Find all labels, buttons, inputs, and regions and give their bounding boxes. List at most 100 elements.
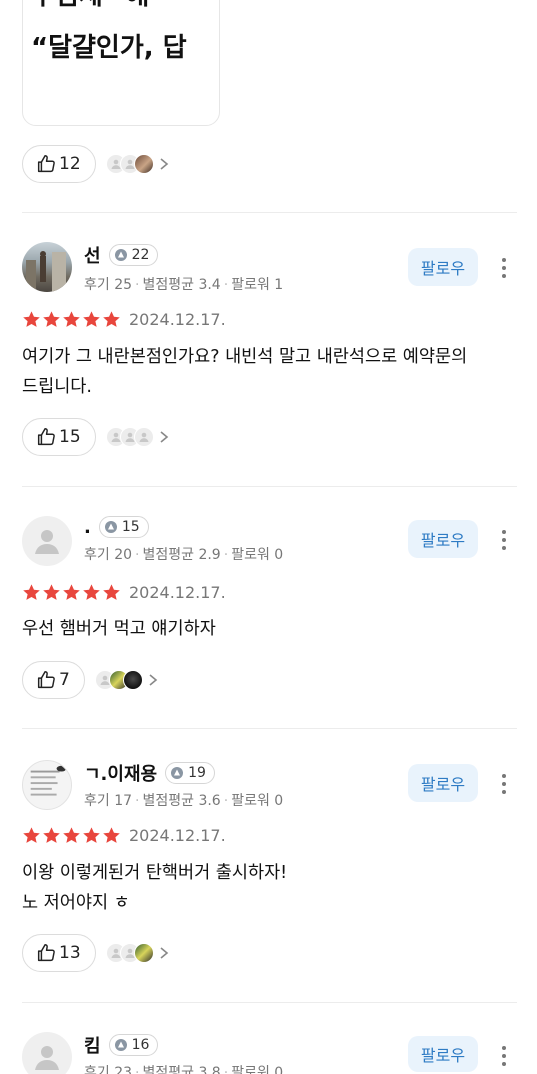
more-options-icon[interactable] <box>494 772 514 796</box>
level-badge: 22 <box>108 244 159 266</box>
star-icon <box>23 311 40 327</box>
review-text: 여기가 그 내란본점인가요? 내빈석 말고 내란석으로 예약문의 드립니다. <box>22 347 468 397</box>
follower-count: 팔로워 0 <box>231 793 284 809</box>
star-icon <box>43 827 60 843</box>
user-name[interactable]: ㄱ.이재용 <box>84 760 157 786</box>
divider <box>22 212 517 213</box>
level-badge: 16 <box>108 1034 159 1056</box>
level-badge: 19 <box>165 762 215 784</box>
review-like-row: 15 <box>22 417 170 457</box>
review-date: 2024.12.17. <box>129 583 226 602</box>
likers-avatars[interactable] <box>105 943 170 963</box>
star-icon <box>23 584 40 600</box>
star-icon <box>43 311 60 327</box>
default-user-icon <box>35 1046 59 1070</box>
level-number: 19 <box>188 765 206 781</box>
star-icon <box>63 827 80 843</box>
user-name-row: 킴 16 <box>84 1032 159 1058</box>
user-name-row: . 15 <box>84 516 149 538</box>
user-name[interactable]: 킴 <box>84 1032 101 1058</box>
thumbs-up-icon <box>37 671 55 689</box>
more-options-icon[interactable] <box>494 528 514 552</box>
thumbs-up-icon <box>37 944 55 962</box>
chevron-right-icon <box>160 158 168 170</box>
review-date: 2024.12.17. <box>129 826 226 845</box>
avg-rating: 별점평균 3.4 <box>142 277 221 293</box>
more-options-icon[interactable] <box>494 256 514 280</box>
avg-rating: 별점평균 3.6 <box>142 793 221 809</box>
like-count: 15 <box>59 427 81 447</box>
thumbs-up-icon <box>37 155 55 173</box>
like-button[interactable]: 13 <box>22 934 96 972</box>
rating-row: 2024.12.17. <box>22 583 226 602</box>
user-stats: 후기 17 · 별점평균 3.6 · 팔로워 0 <box>84 793 284 809</box>
follower-count: 팔로워 0 <box>231 547 284 563</box>
follower-count: 팔로워 1 <box>231 277 284 293</box>
like-count: 12 <box>59 154 81 174</box>
like-button[interactable]: 7 <box>22 661 85 699</box>
user-stats: 후기 23 · 별점평균 3.8 · 팔로워 0 <box>84 1062 283 1074</box>
user-name-row: 선 22 <box>84 242 159 268</box>
avg-rating: 별점평균 2.9 <box>142 547 221 563</box>
more-options-icon[interactable] <box>494 1044 514 1068</box>
chevron-right-icon <box>160 947 168 959</box>
star-icon <box>83 584 100 600</box>
level-icon <box>114 1039 127 1051</box>
follow-button[interactable]: 팔로우 <box>408 248 478 286</box>
follower-count: 팔로워 0 <box>231 1065 284 1074</box>
follow-button[interactable]: 팔로우 <box>408 1036 478 1072</box>
review-like-row: 13 <box>22 933 170 973</box>
review-date: 2024.12.17. <box>129 310 226 329</box>
review-count: 후기 25 <box>84 277 133 293</box>
default-user-icon <box>35 530 59 554</box>
star-rating <box>22 826 121 845</box>
like-count: 7 <box>59 670 70 690</box>
star-icon <box>103 827 120 843</box>
like-button[interactable]: 12 <box>22 145 96 183</box>
liker-avatar <box>133 154 154 174</box>
star-icon <box>43 584 60 600</box>
review-text: 우선 햄버거 먹고 얘기하자 <box>22 619 216 639</box>
chevron-right-icon <box>160 431 168 443</box>
user-name[interactable]: 선 <box>84 242 101 268</box>
like-button[interactable]: 15 <box>22 418 96 456</box>
liker-avatar <box>133 427 154 447</box>
likers-avatars[interactable] <box>94 670 159 690</box>
chevron-right-icon <box>149 674 158 686</box>
star-icon <box>103 584 120 600</box>
star-icon <box>83 827 100 843</box>
like-count: 13 <box>59 943 81 963</box>
user-name[interactable]: . <box>84 517 91 538</box>
level-icon <box>104 521 117 533</box>
user-avatar[interactable] <box>22 760 72 810</box>
thumbs-up-icon <box>37 428 55 446</box>
divider <box>22 728 517 729</box>
rating-row: 2024.12.17. <box>22 310 226 329</box>
review-count: 후기 20 <box>84 547 133 563</box>
star-icon <box>63 584 80 600</box>
user-avatar[interactable] <box>22 1032 72 1074</box>
review-count: 후기 17 <box>84 793 133 809</box>
star-rating <box>22 583 121 602</box>
level-number: 16 <box>131 1037 150 1053</box>
divider <box>22 486 517 487</box>
follow-button[interactable]: 팔로우 <box>408 764 478 802</box>
user-stats: 후기 20 · 별점평균 2.9 · 팔로워 0 <box>84 547 284 563</box>
level-icon <box>114 249 127 261</box>
rating-row: 2024.12.17. <box>22 826 226 845</box>
top-like-row: 12 <box>22 144 170 184</box>
likers-avatars[interactable] <box>105 427 170 447</box>
follow-button[interactable]: 팔로우 <box>408 520 478 558</box>
star-icon <box>103 311 120 327</box>
star-rating <box>22 310 121 329</box>
avg-rating: 별점평균 3.8 <box>142 1065 221 1074</box>
star-icon <box>23 827 40 843</box>
user-avatar[interactable] <box>22 242 72 292</box>
review-like-row: 7 <box>22 660 159 700</box>
review-text: 이왕 이렇게된거 탄핵버거 출시하자! 노 저어야지 ㅎ <box>22 863 288 913</box>
top-content-card[interactable]: 우렴세 "애" - “달걀인가, 답 <box>22 0 220 126</box>
level-number: 22 <box>131 247 150 263</box>
likers-avatars[interactable] <box>105 154 170 174</box>
user-avatar[interactable] <box>22 516 72 566</box>
card-text-line1: 우렴세 "애" - <box>31 0 183 12</box>
